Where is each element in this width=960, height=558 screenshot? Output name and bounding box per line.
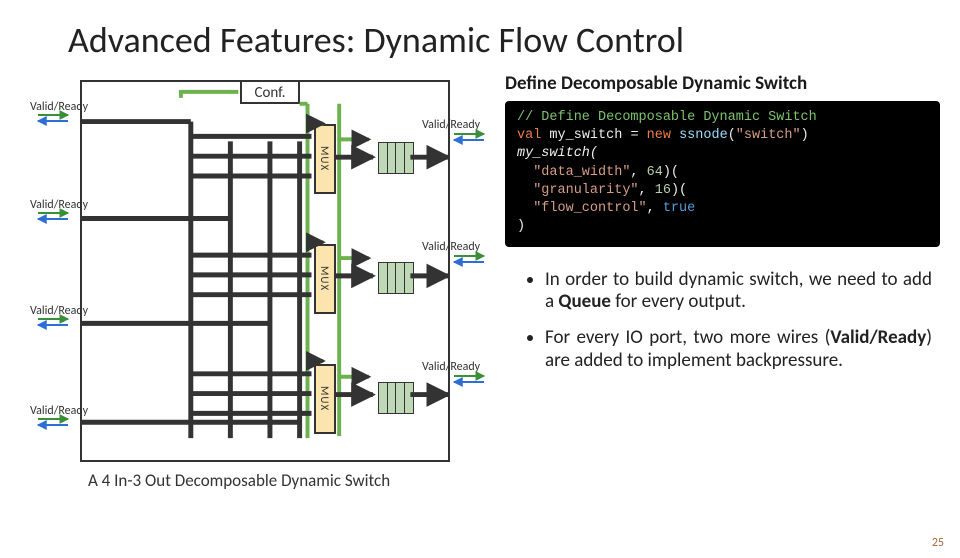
code-type: ssnode <box>679 128 728 143</box>
page-number: 25 <box>932 536 944 550</box>
page-title: Advanced Features: Dynamic Flow Control <box>68 18 960 62</box>
code-comment: // Define Decomposable Dynamic Switch <box>517 110 817 125</box>
bullet-1: In order to build dynamic switch, we nee… <box>545 269 940 314</box>
code-str-switch: "switch" <box>736 128 801 143</box>
section-heading: Define Decomposable Dynamic Switch <box>505 72 940 95</box>
code-k-dw: "data_width" <box>533 165 630 180</box>
mux-2: MUX <box>314 244 336 314</box>
mux-1: MUX <box>314 124 336 194</box>
code-kw-new: new <box>647 128 671 143</box>
code-k-gran: "granularity" <box>533 183 638 198</box>
code-kw-val: val <box>517 128 541 143</box>
code-l3: my_switch( <box>517 146 598 161</box>
bullet-2: For every IO port, two more wires (Valid… <box>545 327 940 372</box>
code-v-64: 64 <box>647 165 663 180</box>
bullet-list: In order to build dynamic switch, we nee… <box>505 269 940 373</box>
queue-3 <box>378 382 412 414</box>
bullet-2-text-a: For every IO port, two more wires ( <box>545 326 830 349</box>
queue-1 <box>378 142 412 174</box>
bullet-1-text-b: for every output. <box>611 290 746 313</box>
code-k-fc: "flow_control" <box>533 201 646 216</box>
switch-boundary-box: Conf. MUX MUX MUX <box>80 80 450 462</box>
code-l7: ) <box>517 219 525 234</box>
code-v-16: 16 <box>655 183 671 198</box>
bullet-2-bold: Valid/Ready <box>830 326 926 349</box>
code-block: // Define Decomposable Dynamic Switch va… <box>505 101 940 247</box>
code-var: my_switch <box>549 128 622 143</box>
diagram-container: Valid/Ready Valid/Ready Valid/Ready Vali… <box>28 72 488 502</box>
code-v-true: true <box>663 201 695 216</box>
diagram-caption: A 4 In-3 Out Decomposable Dynamic Switch <box>88 470 390 491</box>
queue-2 <box>378 262 412 294</box>
bullet-1-bold: Queue <box>558 290 611 313</box>
conf-block: Conf. <box>240 80 300 104</box>
mux-3: MUX <box>314 364 336 434</box>
